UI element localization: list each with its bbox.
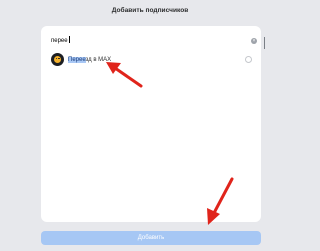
subscribers-panel: перее × Переезд в MAX — [41, 26, 265, 222]
add-button[interactable]: Добавить — [41, 231, 261, 245]
avatar — [51, 53, 64, 66]
list-item-label-rest: зд в MAX — [85, 57, 112, 63]
dialog-title: Добавить подписчиков — [0, 0, 300, 26]
text-caret — [68, 36, 70, 43]
list-item-label: Переезд в MAX — [68, 55, 111, 65]
search-row: перее × — [51, 33, 265, 49]
search-input[interactable]: перее — [51, 33, 70, 49]
list-item[interactable]: Переезд в MAX — [49, 51, 253, 69]
search-input-value: перее — [51, 38, 68, 44]
page: Добавить подписчиков перее × Переезд в M… — [0, 0, 300, 251]
select-radio[interactable] — [245, 56, 252, 63]
close-icon[interactable]: × — [251, 38, 257, 44]
scrollbar[interactable] — [264, 37, 265, 49]
search-match-highlight: Перее — [68, 57, 86, 63]
